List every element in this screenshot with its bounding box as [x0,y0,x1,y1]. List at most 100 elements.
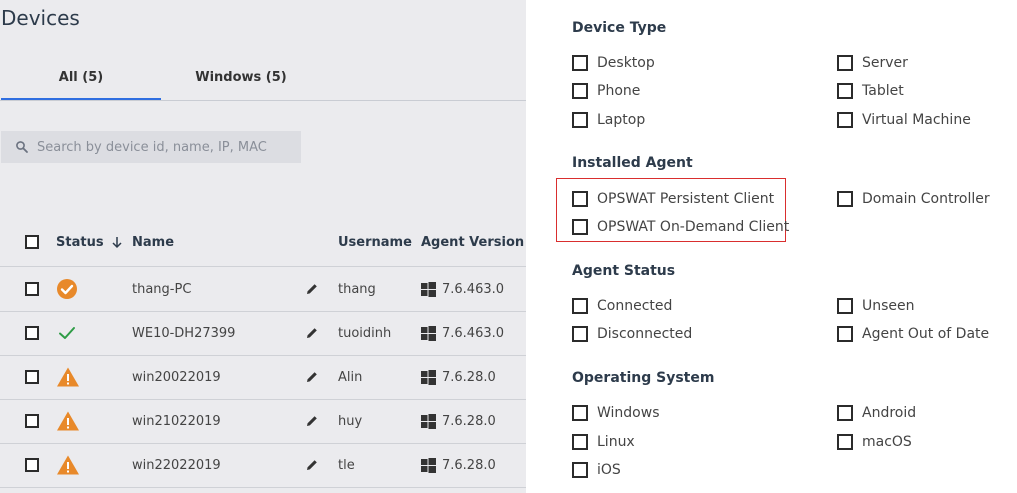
filter-ios[interactable]: iOS [572,462,621,478]
checkbox[interactable] [837,326,853,342]
checkbox[interactable] [837,191,853,207]
username: tle [338,457,355,473]
checkbox[interactable] [837,298,853,314]
devices-panel: Devices All (5) Windows (5) Status Name … [0,0,526,493]
check-icon [59,327,75,339]
row-checkbox[interactable] [25,414,39,428]
filter-connected[interactable]: Connected [572,298,672,314]
option-label: iOS [597,462,621,478]
pencil-icon[interactable] [305,370,319,384]
agent-version: 7.6.463.0 [442,281,505,297]
filter-linux[interactable]: Linux [572,434,635,450]
option-label: Domain Controller [862,191,990,207]
option-label: Server [862,55,908,71]
check-circle-icon [57,279,77,299]
windows-icon [421,413,436,429]
filter-tablet[interactable]: Tablet [837,83,904,99]
checkbox[interactable] [572,112,588,128]
installed-agent-heading: Installed Agent [572,155,693,171]
checkbox[interactable] [837,434,853,450]
tab-windows[interactable]: Windows (5) [161,56,321,98]
filter-virtual-machine[interactable]: Virtual Machine [837,112,971,128]
checkbox[interactable] [572,405,588,421]
windows-icon [421,457,436,473]
pencil-icon[interactable] [305,414,319,428]
filter-laptop[interactable]: Laptop [572,112,645,128]
checkbox[interactable] [572,298,588,314]
filter-unseen[interactable]: Unseen [837,298,915,314]
row-checkbox[interactable] [25,326,39,340]
option-label: Desktop [597,55,655,71]
operating-system-heading: Operating System [572,370,715,386]
checkbox[interactable] [572,219,588,235]
option-label: Linux [597,434,635,450]
table-row[interactable]: win20022019 Alin 7.6.28.0 [0,355,526,400]
filter-opswat-on-demand-client[interactable]: OPSWAT On-Demand Client [572,219,789,235]
checkbox[interactable] [572,434,588,450]
option-label: macOS [862,434,912,450]
checkbox[interactable] [572,55,588,71]
option-label: Unseen [862,298,915,314]
option-label: Disconnected [597,326,693,342]
agent-version: 7.6.28.0 [442,369,496,385]
pencil-icon[interactable] [305,326,319,340]
table-row[interactable]: thang-PC thang 7.6.463.0 [0,267,526,312]
device-type-heading: Device Type [572,20,667,36]
username: Alin [338,369,363,385]
name-column-header[interactable]: Name [132,218,174,266]
username-column-header[interactable]: Username [338,218,412,266]
page-title: Devices [1,6,80,30]
filter-windows[interactable]: Windows [572,405,660,421]
device-name[interactable]: WE10-DH27399 [132,311,235,355]
option-label: Windows [597,405,660,421]
filter-phone[interactable]: Phone [572,83,640,99]
username: thang [338,281,376,297]
status-column-header[interactable]: Status [56,218,124,266]
checkbox[interactable] [572,462,588,478]
tab-all[interactable]: All (5) [1,56,161,100]
device-name[interactable]: win22022019 [132,443,221,487]
option-label: Connected [597,298,673,314]
checkbox[interactable] [837,112,853,128]
device-name[interactable]: win20022019 [132,355,221,399]
table-row[interactable]: win22022019 tle 7.6.28.0 [0,443,526,488]
device-name[interactable]: thang-PC [132,267,191,311]
pencil-icon[interactable] [305,282,319,296]
checkbox[interactable] [572,326,588,342]
filter-android[interactable]: Android [837,405,916,421]
select-all-checkbox[interactable] [25,235,39,249]
checkbox[interactable] [837,55,853,71]
windows-icon [421,281,436,297]
option-label: Agent Out of Date [862,326,990,342]
option-label: Phone [597,83,641,99]
filter-domain-controller[interactable]: Domain Controller [837,191,990,207]
filter-desktop[interactable]: Desktop [572,55,655,71]
row-checkbox[interactable] [25,370,39,384]
search-input[interactable] [37,139,287,155]
filter-macos[interactable]: macOS [837,434,912,450]
filter-opswat-persistent-client[interactable]: OPSWAT Persistent Client [572,191,774,207]
table-row[interactable]: WE10-DH27399 tuoidinh 7.6.463.0 [0,311,526,356]
checkbox[interactable] [572,83,588,99]
pencil-icon[interactable] [305,458,319,472]
agent-version-column-header[interactable]: Agent Version [421,218,524,266]
agent-version: 7.6.28.0 [442,413,496,429]
filter-agent-out-of-date[interactable]: Agent Out of Date [837,326,989,342]
checkbox[interactable] [572,191,588,207]
filter-disconnected[interactable]: Disconnected [572,326,692,342]
option-label: Laptop [597,112,646,128]
checkbox[interactable] [837,83,853,99]
search-icon [16,141,28,153]
option-label: Android [862,405,917,421]
device-name[interactable]: win21022019 [132,399,221,443]
row-checkbox[interactable] [25,282,39,296]
filter-server[interactable]: Server [837,55,908,71]
status-header-label: Status [56,234,104,250]
table-row[interactable]: win21022019 huy 7.6.28.0 [0,399,526,444]
checkbox[interactable] [837,405,853,421]
filter-panel: Device Type Desktop Phone Laptop Server … [526,0,1017,493]
row-checkbox[interactable] [25,458,39,472]
warning-icon [57,455,79,475]
windows-icon [421,369,436,385]
warning-icon [57,367,79,387]
